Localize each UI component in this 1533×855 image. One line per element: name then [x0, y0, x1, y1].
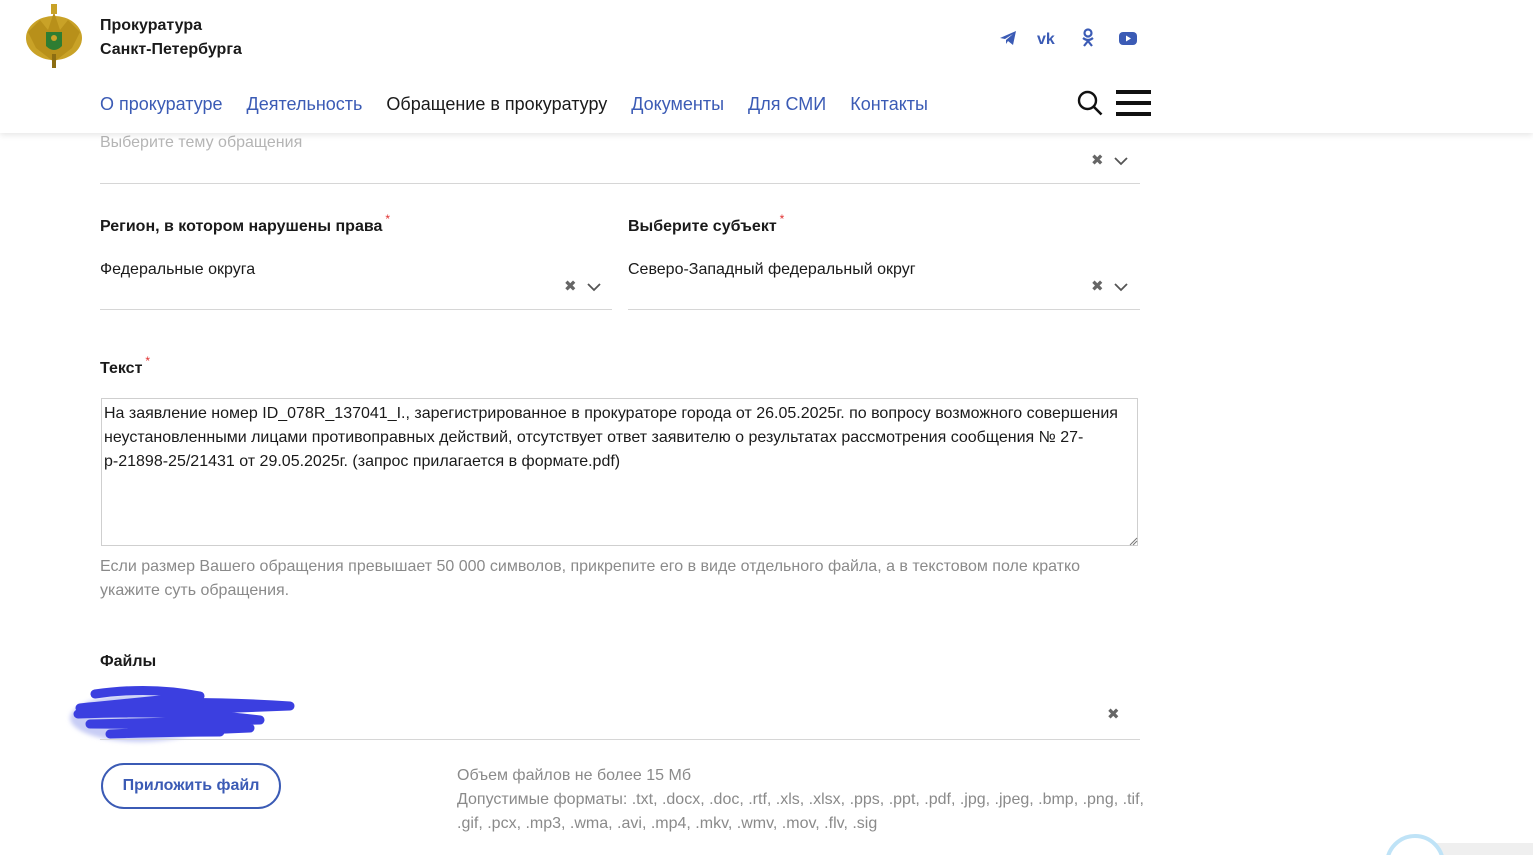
- region-label: Регион, в котором нарушены права *: [100, 212, 390, 236]
- chat-widget-button[interactable]: [1385, 834, 1445, 855]
- file-size-limit: Объем файлов не более 15 Мб: [457, 767, 691, 784]
- page: Прокуратура Санкт-Петербурга vk О прокур…: [0, 0, 1533, 855]
- region-label-text: Регион, в котором нарушены права: [100, 218, 383, 235]
- topic-chevron-down-icon[interactable]: [1114, 156, 1128, 166]
- hamburger-menu-icon[interactable]: [1116, 90, 1151, 117]
- text-label: Текст *: [100, 354, 150, 378]
- nav-item-media[interactable]: Для СМИ: [748, 92, 826, 116]
- org-name-line2: Санкт-Петербурга: [100, 41, 242, 58]
- org-name[interactable]: Прокуратура Санкт-Петербурга: [100, 14, 242, 62]
- subject-select-value[interactable]: Северо-Западный федеральный округ: [628, 261, 916, 279]
- telegram-icon[interactable]: [999, 28, 1017, 48]
- file-remove-icon[interactable]: ✖: [1107, 707, 1120, 723]
- text-size-hint: Если размер Вашего обращения превышает 5…: [100, 558, 1081, 599]
- required-mark: *: [385, 212, 391, 226]
- region-select-value[interactable]: Федеральные округа: [100, 261, 255, 279]
- nav-item-about[interactable]: О прокуратуре: [100, 92, 223, 116]
- emblem-logo[interactable]: [22, 2, 86, 70]
- topic-select-underline: [100, 183, 1140, 184]
- nav-item-contacts[interactable]: Контакты: [850, 92, 928, 116]
- files-label: Файлы: [100, 653, 157, 670]
- subject-label-text: Выберите субъект: [628, 218, 777, 235]
- subject-clear-icon[interactable]: ✖: [1091, 279, 1104, 295]
- nav-item-activity[interactable]: Деятельность: [247, 92, 363, 116]
- main-nav: О прокуратуре Деятельность Обращение в п…: [100, 92, 952, 116]
- appeal-text-area[interactable]: На заявление номер ID_078R_137041_I., за…: [101, 398, 1138, 546]
- subject-label: Выберите субъект *: [628, 212, 784, 236]
- required-mark: *: [145, 354, 151, 368]
- text-label-text: Текст: [100, 360, 143, 377]
- topic-select-placeholder[interactable]: Выберите тему обращения: [100, 134, 302, 152]
- site-header: Прокуратура Санкт-Петербурга vk О прокур…: [0, 0, 1533, 133]
- subject-select-underline: [628, 309, 1140, 310]
- file-allowed-formats: Допустимые форматы: .txt, .docx, .doc, .…: [457, 791, 1144, 832]
- subject-chevron-down-icon[interactable]: [1114, 282, 1128, 292]
- bottom-bar-widget: [1430, 843, 1533, 855]
- org-name-line1: Прокуратура: [100, 17, 203, 34]
- vk-icon[interactable]: vk: [1037, 28, 1059, 48]
- odnoklassniki-icon[interactable]: [1081, 28, 1095, 48]
- file-requirements: Объем файлов не более 15 Мб Допустимые ф…: [457, 764, 1147, 836]
- file-row-underline: [100, 739, 1140, 740]
- required-mark: *: [779, 212, 785, 226]
- attach-file-button[interactable]: Приложить файл: [101, 763, 281, 809]
- nav-item-appeal[interactable]: Обращение в прокуратуру: [386, 92, 607, 116]
- region-select-underline: [100, 309, 612, 310]
- svg-text:vk: vk: [1037, 31, 1055, 48]
- topic-clear-icon[interactable]: ✖: [1091, 153, 1104, 169]
- region-clear-icon[interactable]: ✖: [564, 279, 577, 295]
- nav-item-documents[interactable]: Документы: [631, 92, 724, 116]
- resize-handle-icon[interactable]: [1128, 536, 1138, 546]
- search-icon[interactable]: [1077, 90, 1103, 116]
- region-chevron-down-icon[interactable]: [587, 282, 601, 292]
- youtube-icon[interactable]: [1118, 28, 1138, 48]
